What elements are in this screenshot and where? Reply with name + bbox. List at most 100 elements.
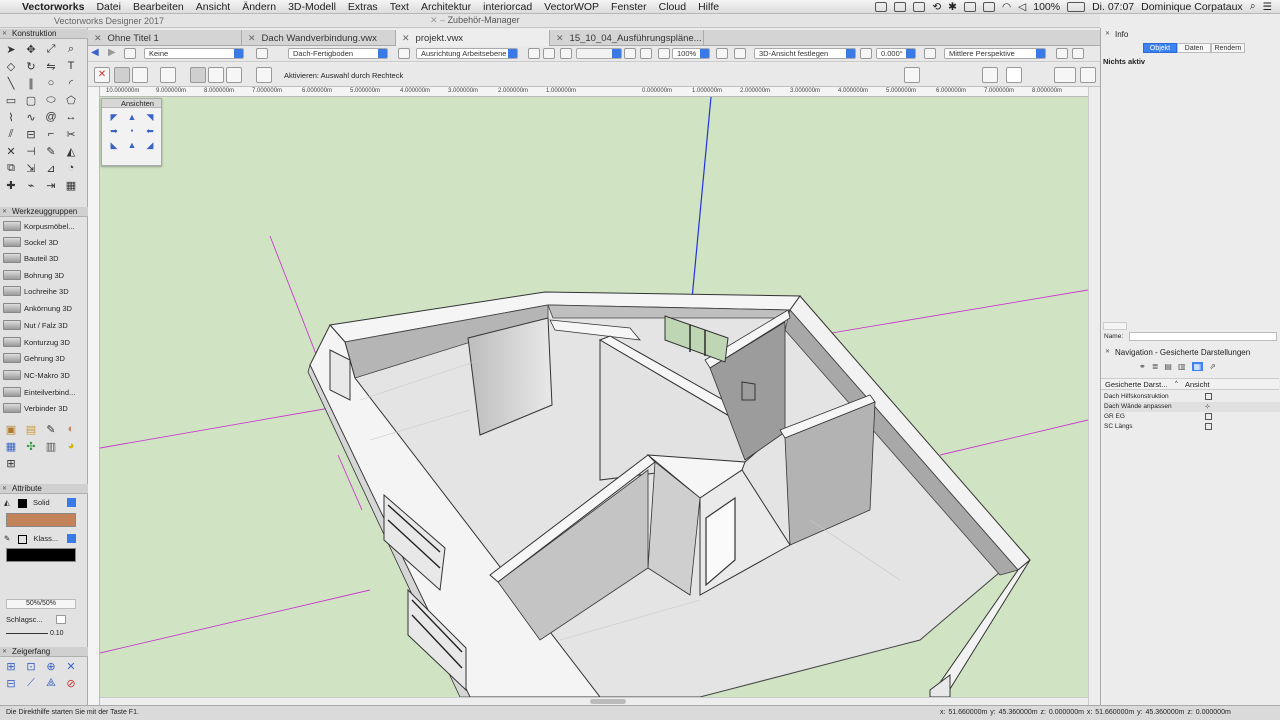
hatch-tool-icon[interactable]: ▦ bbox=[63, 178, 79, 192]
trim-tool-icon[interactable]: ✂ bbox=[63, 127, 79, 141]
vertical-scrollbar[interactable] bbox=[1088, 87, 1100, 705]
forward-arrow-icon[interactable]: ▶ bbox=[108, 48, 120, 59]
nav-classes-icon[interactable]: ⚭ bbox=[1139, 362, 1146, 371]
time-machine-icon[interactable]: ⟲ bbox=[932, 1, 941, 13]
double-line-tool-icon[interactable]: ∥ bbox=[23, 76, 39, 90]
dimension-tool-icon[interactable]: ↔ bbox=[63, 110, 79, 124]
spiral-tool-icon[interactable]: @ bbox=[43, 110, 59, 124]
lasso-icon[interactable] bbox=[208, 67, 224, 83]
class-options-icon[interactable] bbox=[124, 48, 136, 59]
pen-style-row[interactable]: ✎ Klass... bbox=[4, 534, 76, 545]
freehand-tool-icon[interactable]: ∿ bbox=[23, 110, 39, 124]
nav-references-icon[interactable]: ⇗ bbox=[1209, 362, 1216, 371]
magnifier-icon[interactable] bbox=[543, 48, 555, 59]
zoom-select[interactable]: 100% bbox=[672, 48, 710, 59]
3d-view-select[interactable]: 3D-Ansicht festlegen bbox=[754, 48, 856, 59]
volume-icon[interactable]: ◁ bbox=[1018, 1, 1026, 13]
snap-angle-icon[interactable]: ⊕ bbox=[43, 659, 59, 673]
color-group-icon[interactable]: ◕ bbox=[63, 439, 79, 453]
column-ansicht[interactable]: Ansicht bbox=[1185, 379, 1210, 390]
scroll-thumb[interactable] bbox=[590, 699, 626, 704]
menu-text[interactable]: Text bbox=[384, 1, 415, 13]
saved-view-row[interactable]: SC Längs bbox=[1104, 422, 1280, 432]
mirror-tool-icon[interactable]: ⇋ bbox=[43, 59, 59, 73]
puzzle-group-icon[interactable]: ✣ bbox=[23, 439, 39, 453]
menu-hilfe[interactable]: Hilfe bbox=[692, 1, 725, 13]
battery-icon[interactable] bbox=[1067, 1, 1086, 12]
tab-ausfuehrungsplaene[interactable]: ✕ 15_10_04_Ausführungspläne... bbox=[550, 30, 704, 46]
view-center-icon[interactable]: ● bbox=[125, 126, 139, 137]
fillet-tool-icon[interactable]: ⌐ bbox=[43, 127, 59, 141]
name-input[interactable] bbox=[1129, 332, 1277, 341]
polygon-tool-icon[interactable]: ⬠ bbox=[63, 93, 79, 107]
gear-icon[interactable] bbox=[814, 67, 830, 83]
konstruktion-palette-header[interactable]: Konstruktion bbox=[0, 29, 88, 39]
line-width-row[interactable]: 0.10 bbox=[6, 630, 76, 640]
line-tool-icon[interactable]: ╲ bbox=[3, 76, 19, 90]
attribute-palette-header[interactable]: Attribute bbox=[0, 484, 88, 494]
snap-tangent-icon[interactable]: ⟋ bbox=[23, 676, 39, 690]
revision-tool-icon[interactable]: ⌁ bbox=[23, 178, 39, 192]
menubar-user[interactable]: Dominique Corpataux bbox=[1141, 1, 1243, 13]
info-panel-title[interactable]: Info bbox=[1101, 29, 1280, 40]
menu-extras[interactable]: Extras bbox=[342, 1, 384, 13]
page-icon[interactable] bbox=[528, 48, 540, 59]
tool-sockel-3d[interactable]: Sockel 3D bbox=[3, 234, 83, 250]
tab-dach-wandverbindung[interactable]: ✕ Dach Wandverbindung.vwx bbox=[242, 30, 396, 46]
pan-tool-icon[interactable]: ✥ bbox=[23, 42, 39, 56]
view-cube-icon[interactable] bbox=[930, 67, 946, 83]
saved-view-row[interactable]: GR EG bbox=[1104, 412, 1280, 422]
page-icon[interactable] bbox=[1030, 67, 1046, 83]
nav-layers-icon[interactable]: ≣ bbox=[1152, 362, 1159, 371]
attribute-tool-icon[interactable]: ◭ bbox=[63, 144, 79, 158]
zubehoer-manager-title[interactable]: ✕ – Zubehör-Manager bbox=[430, 15, 520, 26]
wood-group-icon[interactable]: ◐ bbox=[63, 422, 79, 436]
scale-tool-icon[interactable]: ⇲ bbox=[23, 161, 39, 175]
zoom-in-icon[interactable] bbox=[624, 48, 636, 59]
working-plane-icon[interactable] bbox=[398, 48, 410, 59]
horizontal-scrollbar[interactable] bbox=[100, 697, 1088, 705]
menu-vectorwop[interactable]: VectorWOP bbox=[538, 1, 605, 13]
split-tool-icon[interactable]: ⊣ bbox=[23, 144, 39, 158]
options-icon[interactable] bbox=[256, 67, 272, 83]
nav-viewports-icon[interactable]: ▥ bbox=[1178, 362, 1186, 371]
measure-tool-icon[interactable]: ⊿ bbox=[43, 161, 59, 175]
offset-tool-icon[interactable]: ⫽ bbox=[3, 127, 19, 141]
class-select[interactable]: Keine bbox=[144, 48, 244, 59]
close-icon[interactable]: ✕ bbox=[402, 33, 410, 44]
tool-bauteil-3d[interactable]: Bauteil 3D bbox=[3, 250, 83, 266]
tool-ankoernung-3d[interactable]: Ankörnung 3D bbox=[3, 300, 83, 316]
white-fill-icon[interactable] bbox=[1006, 67, 1022, 83]
zeigerfang-palette-header[interactable]: Zeigerfang bbox=[0, 647, 88, 657]
connect-tool-icon[interactable]: ✕ bbox=[3, 144, 19, 158]
nav-saved-views-icon[interactable]: ▦ bbox=[1191, 362, 1204, 371]
rotation-icon[interactable] bbox=[860, 48, 872, 59]
view-top-right-icon[interactable]: ◥ bbox=[143, 112, 157, 123]
settings-icon[interactable] bbox=[1072, 48, 1084, 59]
palette-icon[interactable] bbox=[1080, 67, 1096, 83]
pencil-icon[interactable] bbox=[560, 48, 572, 59]
view-options-icon[interactable] bbox=[734, 48, 746, 59]
section-icon[interactable] bbox=[958, 67, 974, 83]
menubar-status-icon[interactable] bbox=[894, 1, 907, 12]
protractor-tool-icon[interactable]: ◔ bbox=[63, 161, 79, 175]
snap-constraint-icon[interactable]: ⊘ bbox=[63, 676, 79, 690]
mapping-tool-icon[interactable]: ⧉ bbox=[3, 161, 19, 175]
close-icon[interactable]: ✕ bbox=[556, 33, 564, 44]
tab-projekt[interactable]: ✕ projekt.vwx bbox=[396, 30, 550, 46]
edit-group-icon[interactable]: ✎ bbox=[43, 422, 59, 436]
view-top-icon[interactable]: ▲ bbox=[125, 112, 139, 123]
snap-distance-icon[interactable]: ⊟ bbox=[3, 676, 19, 690]
tab-ohne-titel-1[interactable]: ✕ Ohne Titel 1 bbox=[88, 30, 242, 46]
close-icon[interactable]: ✕ bbox=[94, 33, 102, 44]
menubar-status-icon[interactable] bbox=[913, 1, 926, 12]
snap-grid-icon[interactable]: ⊞ bbox=[3, 659, 19, 673]
perspective-select[interactable]: Mittlere Perspektive bbox=[944, 48, 1046, 59]
zoom-fit-icon[interactable] bbox=[640, 48, 652, 59]
view-left-icon[interactable]: ➡ bbox=[107, 126, 121, 137]
menu-3d-modell[interactable]: 3D-Modell bbox=[282, 1, 342, 13]
tool-verbinder-3d[interactable]: Verbinder 3D bbox=[3, 400, 83, 416]
wifi-icon[interactable]: ◠ bbox=[1002, 1, 1011, 13]
rotate-tool-icon[interactable]: ↻ bbox=[23, 59, 39, 73]
move-by-points-icon[interactable]: ⇥ bbox=[43, 178, 59, 192]
